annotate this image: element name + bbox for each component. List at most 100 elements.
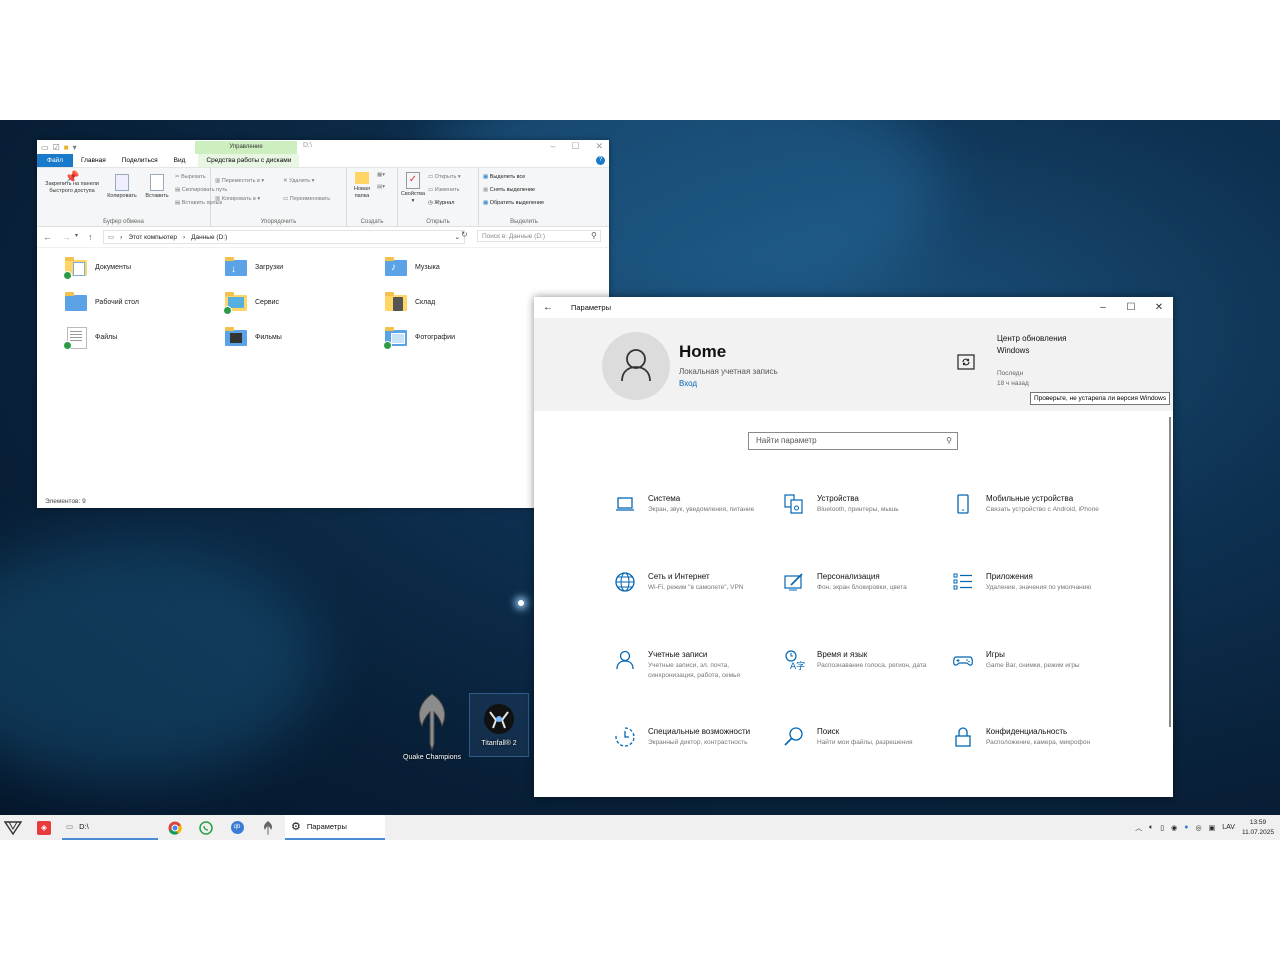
item-label: Рабочий стол bbox=[95, 298, 139, 306]
maximize-button[interactable]: ☐ bbox=[571, 141, 579, 152]
category-search[interactable]: Поиск Найти мои файлы, разрешения bbox=[783, 726, 943, 748]
cut-button[interactable]: ✂ Вырезать bbox=[175, 174, 206, 180]
easy-access-icon[interactable]: ▤▾ bbox=[377, 184, 385, 190]
invert-selection-button[interactable]: ▦ Обратить выделение bbox=[483, 200, 544, 206]
start-menu-icon[interactable] bbox=[3, 815, 23, 840]
security-icon[interactable]: ◎ bbox=[1195, 824, 1201, 832]
laptop-icon bbox=[616, 497, 634, 511]
pin-button[interactable]: 📌 Закрепить на панели быстрого доступа bbox=[39, 171, 105, 195]
settings-search-input[interactable]: Найти параметр ⚲ bbox=[748, 432, 958, 450]
category-privacy[interactable]: Конфиденциальность Расположение, камера, … bbox=[952, 726, 1112, 748]
taskbar-item-explorer[interactable]: ▭ D:\ bbox=[62, 815, 158, 840]
scrollbar[interactable] bbox=[1169, 417, 1171, 727]
save-icon[interactable]: ▣ bbox=[1209, 824, 1216, 832]
rename-button[interactable]: ▭ Переименовать bbox=[283, 196, 330, 202]
copy-to-button[interactable]: ▥ Копировать в ▾ bbox=[215, 196, 260, 202]
tab-share[interactable]: Поделиться bbox=[114, 154, 166, 167]
category-gaming[interactable]: Игры Game Bar, снимки, режим игры bbox=[952, 649, 1112, 671]
maximize-button[interactable]: ☐ bbox=[1117, 297, 1145, 318]
folder-quick-icon[interactable]: ■ bbox=[64, 143, 69, 152]
history-button[interactable]: ◷ Журнал bbox=[428, 200, 454, 206]
windows-update-icon[interactable] bbox=[957, 353, 975, 371]
chrome-icon[interactable] bbox=[166, 815, 184, 840]
forward-arrow-icon[interactable]: → bbox=[62, 232, 71, 242]
user-icon bbox=[621, 349, 651, 382]
select-none-button[interactable]: ▦ Снять выделение bbox=[483, 187, 535, 193]
minimize-button[interactable]: – bbox=[550, 141, 555, 152]
chevron-down-icon[interactable]: ⌄ bbox=[455, 233, 460, 241]
speaker-icon[interactable]: 🔈︎ bbox=[1149, 824, 1153, 832]
new-folder-button[interactable]: Новая папка bbox=[349, 172, 375, 200]
select-all-button[interactable]: ▦ Выделить все bbox=[483, 174, 525, 180]
minimize-button[interactable]: – bbox=[1089, 297, 1117, 318]
move-to-button[interactable]: ▥ Переместить в ▾ bbox=[215, 178, 264, 184]
storage-folder-icon bbox=[383, 289, 409, 315]
recent-chevron-icon[interactable]: ▾ bbox=[75, 232, 78, 242]
category-personalization[interactable]: Персонализация Фон, экран блокировки, цве… bbox=[783, 571, 943, 593]
cloud-icon[interactable]: ● bbox=[1184, 824, 1188, 831]
category-accessibility[interactable]: Специальные возможности Экранный диктор, … bbox=[614, 726, 774, 748]
edit-button[interactable]: ▭ Изменить bbox=[428, 187, 460, 193]
list-item[interactable]: Файлы bbox=[63, 324, 117, 350]
breadcrumb-item[interactable]: Данные (D:) bbox=[191, 234, 227, 241]
new-item-icon[interactable]: ▦▾ bbox=[377, 172, 385, 178]
qbittorrent-icon[interactable]: qb bbox=[228, 815, 246, 840]
quake-taskbar-icon[interactable] bbox=[259, 815, 277, 840]
list-item[interactable]: Документы bbox=[63, 254, 131, 280]
category-network[interactable]: Сеть и Интернет Wi-Fi, режим "в самолете"… bbox=[614, 571, 774, 593]
whatsapp-icon[interactable] bbox=[197, 815, 215, 840]
tab-drive-tools[interactable]: Средства работы с дисками bbox=[198, 154, 300, 167]
steam-icon[interactable]: ◉ bbox=[1171, 824, 1177, 832]
close-button[interactable]: ✕ bbox=[595, 141, 603, 152]
paste-button[interactable]: Вставить bbox=[141, 174, 173, 200]
chevron-up-icon[interactable]: ︿ bbox=[1135, 823, 1142, 833]
up-arrow-icon[interactable]: ↑ bbox=[88, 232, 93, 242]
help-icon[interactable]: ? bbox=[596, 156, 605, 165]
list-item[interactable]: ♪ Музыка bbox=[383, 254, 440, 280]
update-title[interactable]: Центр обновления Windows bbox=[997, 333, 1067, 357]
category-apps[interactable]: Приложения Удаление, значения по умолчани… bbox=[952, 571, 1112, 593]
properties-button[interactable]: ✓ Свойства ▾ bbox=[400, 172, 426, 205]
delete-button[interactable]: ✕ Удалить ▾ bbox=[283, 178, 314, 184]
network-icon[interactable]: ▯ bbox=[1160, 824, 1164, 832]
properties-quick-icon[interactable]: ☑ bbox=[53, 143, 60, 152]
close-button[interactable]: ✕ bbox=[1145, 297, 1173, 318]
open-button[interactable]: ▭ Открыть ▾ bbox=[428, 174, 461, 180]
customize-quick-icon[interactable]: ▾ bbox=[73, 143, 77, 152]
quick-access-toolbar: ▭ ☑ ■ ▾ bbox=[37, 143, 77, 152]
refresh-icon[interactable]: ↻ bbox=[461, 230, 468, 239]
category-time-language[interactable]: A字 Время и язык Распознавание голоса, рег… bbox=[783, 649, 943, 671]
gamepad-icon bbox=[953, 656, 973, 666]
category-system[interactable]: Система Экран, звук, уведомления, питание bbox=[614, 493, 774, 515]
list-item[interactable]: Сервис bbox=[223, 289, 279, 315]
list-item[interactable]: Фотографии bbox=[383, 324, 455, 350]
category-devices[interactable]: Устройства Bluetooth, принтеры, мышь bbox=[783, 493, 943, 515]
category-mobile[interactable]: Мобильные устройства Связать устройство с… bbox=[952, 493, 1112, 515]
lock-icon bbox=[955, 727, 971, 747]
search-input[interactable]: Поиск в: Данные (D:) bbox=[477, 230, 601, 242]
language-indicator[interactable]: LAV bbox=[1222, 824, 1235, 831]
breadcrumb-item[interactable]: Этот компьютер bbox=[128, 234, 177, 241]
list-item[interactable]: ↓ Загрузки bbox=[223, 254, 283, 280]
list-item[interactable]: Склад bbox=[383, 289, 435, 315]
list-item[interactable]: Рабочий стол bbox=[63, 289, 139, 315]
tab-home[interactable]: Главная bbox=[73, 154, 114, 167]
clock[interactable]: 13:59 11.07.2025 bbox=[1242, 818, 1274, 838]
tab-view[interactable]: Вид bbox=[166, 154, 194, 167]
copy-button[interactable]: Копировать bbox=[105, 174, 139, 200]
anydesk-icon[interactable]: ◈ bbox=[36, 815, 52, 840]
taskbar-item-settings[interactable]: ⚙ Параметры bbox=[285, 815, 385, 840]
tab-file[interactable]: Файл bbox=[37, 154, 73, 167]
group-label: Создать bbox=[360, 219, 384, 225]
back-arrow-icon[interactable]: ← bbox=[543, 302, 553, 313]
desktop-icon-quake[interactable]: Quake Champions bbox=[398, 692, 466, 761]
list-item[interactable]: Фильмы bbox=[223, 324, 282, 350]
avatar[interactable] bbox=[602, 332, 670, 400]
back-arrow-icon[interactable]: ← bbox=[43, 232, 52, 242]
group-label: Выделить bbox=[510, 219, 538, 225]
category-accounts[interactable]: Учетные записи Учетные записи, эл. почта,… bbox=[614, 649, 774, 680]
address-bar[interactable]: ▭ › Этот компьютер › Данные (D:) ⌄ bbox=[103, 230, 465, 244]
sign-in-link[interactable]: Вход bbox=[679, 379, 697, 388]
desktop-icon-titanfall[interactable]: Titanfall® 2 bbox=[469, 693, 529, 757]
tab-manage[interactable]: Управление bbox=[195, 141, 297, 154]
